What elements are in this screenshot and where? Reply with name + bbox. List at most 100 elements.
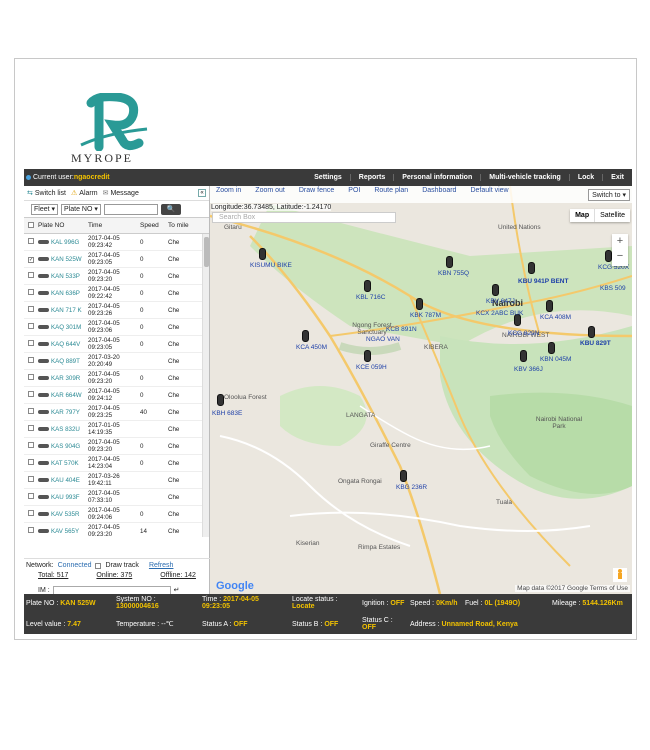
table-row[interactable]: KAS 832U 2017-01-05 14:19:35 Che <box>24 421 209 438</box>
row-checkbox[interactable] <box>24 238 38 246</box>
select-all-checkbox[interactable] <box>24 221 38 230</box>
table-row[interactable]: KAV 565Y 2017-04-05 09:23:20 14 Che <box>24 523 209 537</box>
vehicle-marker-icon[interactable] <box>416 298 423 310</box>
row-plate[interactable]: KAV 535R <box>38 511 88 518</box>
table-row[interactable]: KAV 535R 2017-04-05 09:24:06 0 Che <box>24 506 209 523</box>
zoom-out-tool[interactable]: Zoom out <box>255 186 285 194</box>
row-checkbox[interactable] <box>24 357 38 365</box>
map-attribution[interactable]: Map data ©2017 Google Terms of Use <box>515 585 630 592</box>
row-plate[interactable]: KAU 993F <box>38 494 88 501</box>
row-checkbox[interactable] <box>24 527 38 535</box>
vehicle-marker-icon[interactable] <box>520 350 527 362</box>
table-row[interactable]: KAN 636P 2017-04-05 09:22:42 0 Che <box>24 285 209 302</box>
row-checkbox[interactable] <box>24 442 38 450</box>
table-row[interactable]: KAQ 889T 2017-03-20 20:20:49 Che <box>24 353 209 370</box>
vehicle-marker-icon[interactable] <box>446 256 453 268</box>
vehicle-marker-icon[interactable] <box>528 262 535 274</box>
row-plate[interactable]: KAR 664W <box>38 392 88 399</box>
message-button[interactable]: ✉ Message <box>103 189 139 198</box>
row-plate[interactable]: KAN 636P <box>38 290 88 297</box>
table-row[interactable]: KAQ 644V 2017-04-05 09:23:05 0 Che <box>24 336 209 353</box>
plate-select[interactable]: Plate NO ▾ <box>61 203 101 215</box>
offline-count[interactable]: Offline: 142 <box>160 572 196 584</box>
row-plate[interactable]: KAN 533P <box>38 273 88 280</box>
vehicle-search-input[interactable] <box>103 203 158 215</box>
row-checkbox[interactable] <box>24 289 38 297</box>
row-checkbox[interactable] <box>24 476 38 484</box>
table-row[interactable]: KAR 797Y 2017-04-05 09:23:25 40 Che <box>24 404 209 421</box>
nav-reports[interactable]: Reports <box>349 174 393 181</box>
row-plate[interactable]: KAQ 301M <box>38 324 88 331</box>
poi-tool[interactable]: POI <box>348 186 360 194</box>
online-count[interactable]: Online: 375 <box>96 572 132 584</box>
vehicle-label[interactable]: KBH 683E <box>212 410 242 417</box>
alarm-button[interactable]: ⚠ Alarm <box>71 189 98 198</box>
table-row[interactable]: KAR 664W 2017-04-05 09:24:12 0 Che <box>24 387 209 404</box>
vehicle-label[interactable]: KBS 509 <box>600 285 626 292</box>
vehicle-label[interactable]: KBV 647J <box>486 298 515 305</box>
vehicle-label[interactable]: KCX 2ABC BUK <box>476 310 523 317</box>
row-plate[interactable]: KAL 996G <box>38 239 88 246</box>
row-plate[interactable]: KAR 797Y <box>38 409 88 416</box>
refresh-link[interactable]: Refresh <box>149 562 174 569</box>
vehicle-label[interactable]: KBU 941P BENT <box>518 278 568 285</box>
switch-list-button[interactable]: ⇆ Switch list <box>27 189 66 198</box>
col-mileage[interactable]: To mile <box>168 222 198 229</box>
vehicle-label[interactable]: KBK 787M <box>410 312 441 319</box>
table-row[interactable]: KAT 570K 2017-04-05 14:23:04 0 Che <box>24 455 209 472</box>
vehicle-marker-icon[interactable] <box>302 330 309 342</box>
row-checkbox[interactable] <box>24 510 38 518</box>
table-row[interactable]: KAS 904G 2017-04-05 09:23:20 0 Che <box>24 438 209 455</box>
vehicle-marker-icon[interactable] <box>546 300 553 312</box>
vehicle-label[interactable]: KBU 829T <box>580 340 611 347</box>
collapse-panel-button[interactable]: « <box>198 189 206 197</box>
row-plate[interactable]: KAT 570K <box>38 460 88 467</box>
nav-lock[interactable]: Lock <box>568 174 602 181</box>
vehicle-label[interactable]: KBN 045M <box>540 356 571 363</box>
total-count[interactable]: Total: 517 <box>38 572 68 584</box>
vehicle-marker-icon[interactable] <box>259 248 266 260</box>
vehicle-label[interactable]: KCE 059H <box>356 364 387 371</box>
vehicle-marker-icon[interactable] <box>364 350 371 362</box>
map-search-input[interactable]: Search Box <box>212 212 396 223</box>
col-time[interactable]: Time <box>88 222 140 229</box>
table-row[interactable]: KAN 533P 2017-04-05 09:23:20 0 Che <box>24 268 209 285</box>
row-plate[interactable]: KAU 404E <box>38 477 88 484</box>
vehicle-label[interactable]: KCG 829N <box>508 330 539 337</box>
row-checkbox[interactable] <box>24 323 38 331</box>
vehicle-label[interactable]: KBG 236R <box>396 484 427 491</box>
default-view-tool[interactable]: Default view <box>470 186 508 194</box>
zoom-out-button[interactable]: − <box>612 249 628 264</box>
nav-exit[interactable]: Exit <box>602 174 632 181</box>
map-type-satellite[interactable]: Satellite <box>595 209 630 222</box>
table-row[interactable]: KAL 996G 2017-04-05 09:23:42 0 Che <box>24 234 209 251</box>
row-plate[interactable]: KAN 717 K <box>38 307 88 314</box>
vehicle-marker-icon[interactable] <box>492 284 499 296</box>
row-checkbox[interactable] <box>24 272 38 280</box>
vehicle-marker-icon[interactable] <box>217 394 224 406</box>
vehicle-marker-icon[interactable] <box>364 280 371 292</box>
search-button[interactable]: 🔍 <box>160 203 181 215</box>
row-checkbox[interactable] <box>24 340 38 348</box>
row-plate[interactable]: KAS 832U <box>38 426 88 433</box>
row-plate[interactable]: KAR 309R <box>38 375 88 382</box>
row-checkbox[interactable]: ✓ <box>24 256 38 263</box>
zoom-in-button[interactable]: + <box>612 234 628 249</box>
vehicle-label[interactable]: KBL 716C <box>356 294 385 301</box>
vehicle-label[interactable]: KBV 366J <box>514 366 543 373</box>
table-row[interactable]: KAU 404E 2017-03-26 19:42:11 Che <box>24 472 209 489</box>
row-checkbox[interactable] <box>24 459 38 467</box>
vehicle-label[interactable]: KCB 891N <box>386 326 417 333</box>
nav-settings[interactable]: Settings <box>306 174 350 181</box>
row-plate[interactable]: KAQ 889T <box>38 358 88 365</box>
row-checkbox[interactable] <box>24 408 38 416</box>
dashboard-tool[interactable]: Dashboard <box>422 186 456 194</box>
row-checkbox[interactable] <box>24 425 38 433</box>
vehicle-label[interactable]: NGAO VAN <box>366 336 400 343</box>
vehicle-marker-icon[interactable] <box>400 470 407 482</box>
table-row[interactable]: KAU 993F 2017-04-05 07:33:10 Che <box>24 489 209 506</box>
table-scrollbar[interactable] <box>202 234 209 537</box>
map-view[interactable]: Zoom in Zoom out Draw fence POI Route pl… <box>210 186 632 594</box>
row-checkbox[interactable] <box>24 306 38 314</box>
row-plate[interactable]: KAQ 644V <box>38 341 88 348</box>
